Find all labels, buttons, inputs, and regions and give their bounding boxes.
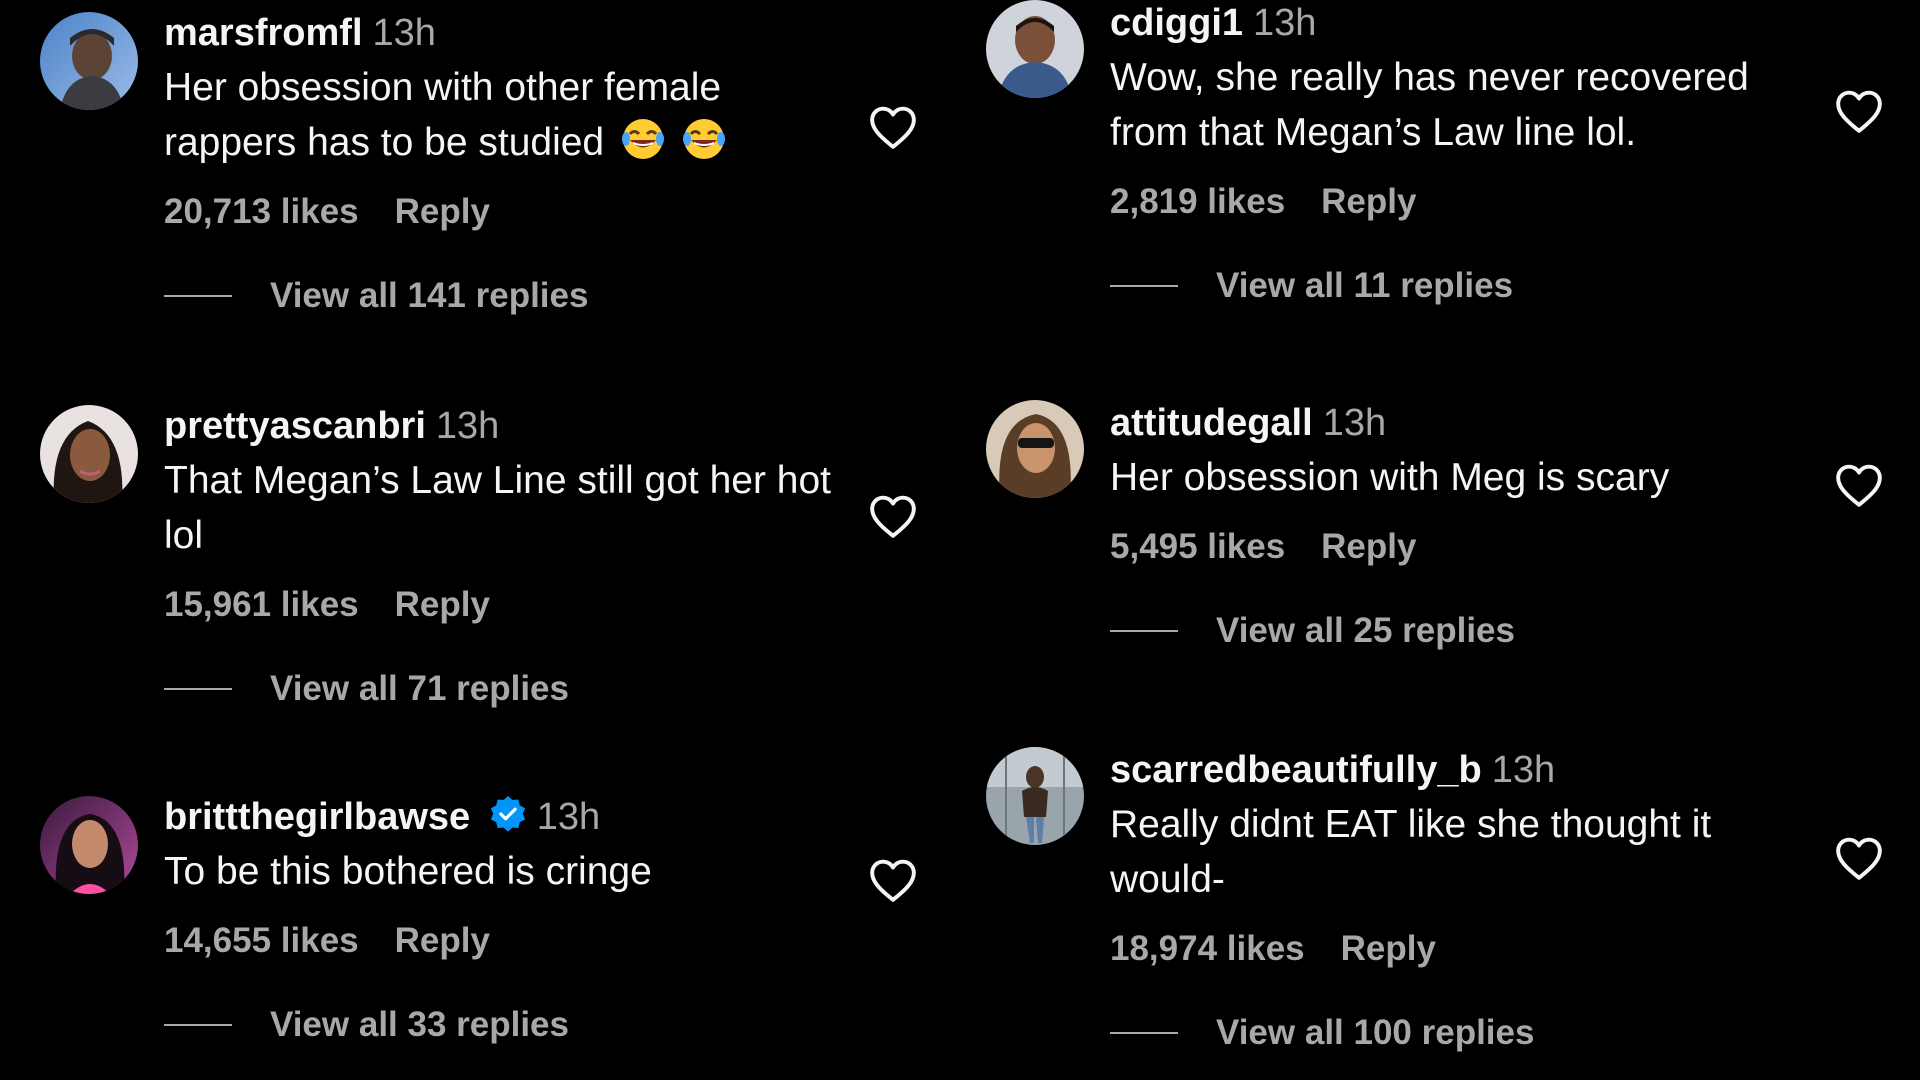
comment-body: cdiggi1 13h Wow, she really has never rec…	[1110, 0, 1800, 306]
view-replies-label: View all 100 replies	[1216, 1013, 1535, 1052]
likes-count[interactable]: 2,819 likes	[1110, 182, 1285, 221]
comment-meta: 18,974 likes Reply	[1110, 929, 1800, 969]
view-replies-label: View all 33 replies	[270, 1005, 569, 1044]
likes-count[interactable]: 15,961 likes	[164, 585, 359, 624]
reply-button[interactable]: Reply	[1321, 527, 1416, 566]
heart-icon[interactable]	[868, 857, 918, 903]
avatar[interactable]	[986, 0, 1084, 98]
comment-text: Her obsession with Meg is scary	[1110, 456, 1670, 499]
divider-line	[1110, 1032, 1178, 1034]
timestamp[interactable]: 13h	[1253, 2, 1316, 44]
view-replies-button[interactable]: View all 100 replies	[1110, 1013, 1800, 1053]
heart-icon[interactable]	[868, 104, 918, 150]
face-with-tears-of-joy-emoji-icon	[621, 119, 664, 159]
timestamp[interactable]: 13h	[1323, 402, 1386, 444]
likes-count[interactable]: 18,974 likes	[1110, 929, 1305, 968]
username[interactable]: prettyascanbri	[164, 405, 426, 447]
username[interactable]: cdiggi1	[1110, 2, 1243, 44]
username[interactable]: brittthegirlbawse	[164, 796, 470, 838]
reply-button[interactable]: Reply	[1321, 182, 1416, 221]
view-replies-button[interactable]: View all 25 replies	[1110, 611, 1800, 651]
comment-body: prettyascanbri 13h That Megan’s Law Line …	[164, 403, 854, 709]
heart-icon[interactable]	[1834, 462, 1884, 508]
comment-text: To be this bothered is cringe	[164, 850, 652, 893]
avatar[interactable]	[40, 12, 138, 110]
comment-meta: 5,495 likes Reply	[1110, 527, 1800, 567]
view-replies-label: View all 11 replies	[1216, 266, 1514, 305]
reply-button[interactable]: Reply	[395, 921, 490, 960]
divider-line	[164, 688, 232, 690]
likes-count[interactable]: 5,495 likes	[1110, 527, 1285, 566]
comment-meta: 15,961 likes Reply	[164, 585, 854, 625]
divider-line	[1110, 285, 1178, 287]
comment-body: attitudegall 13h Her obsession with Meg i…	[1110, 400, 1800, 651]
username[interactable]: marsfromfl	[164, 12, 363, 54]
timestamp[interactable]: 13h	[436, 405, 499, 447]
avatar[interactable]	[986, 747, 1084, 845]
divider-line	[1110, 630, 1178, 632]
verified-badge-icon	[490, 795, 525, 832]
view-replies-button[interactable]: View all 71 replies	[164, 669, 854, 709]
comment-text-container: Her obsession with other female rappers …	[164, 60, 854, 170]
view-replies-button[interactable]: View all 141 replies	[164, 276, 854, 316]
comment-body: scarredbeautifully_b 13h Really didnt EAT…	[1110, 747, 1800, 1053]
avatar[interactable]	[40, 796, 138, 894]
face-with-tears-of-joy-emoji-icon	[682, 119, 725, 159]
comment-meta: 20,713 likes Reply	[164, 192, 854, 232]
likes-count[interactable]: 20,713 likes	[164, 192, 359, 231]
comment-body: brittthegirlbawse 13h To be this bothere…	[164, 794, 854, 1045]
view-replies-button[interactable]: View all 11 replies	[1110, 266, 1800, 306]
username[interactable]: attitudegall	[1110, 402, 1313, 444]
comment-text: Really didnt EAT like she thought it wou…	[1110, 803, 1712, 901]
username[interactable]: scarredbeautifully_b	[1110, 749, 1482, 791]
view-replies-label: View all 141 replies	[270, 276, 589, 315]
reply-button[interactable]: Reply	[395, 585, 490, 624]
comment-meta: 14,655 likes Reply	[164, 921, 854, 961]
view-replies-label: View all 25 replies	[1216, 611, 1515, 650]
heart-icon[interactable]	[868, 493, 918, 539]
divider-line	[164, 1024, 232, 1026]
heart-icon[interactable]	[1834, 835, 1884, 881]
comment-text: Wow, she really has never recovered from…	[1110, 56, 1749, 154]
timestamp[interactable]: 13h	[373, 12, 436, 54]
comment-meta: 2,819 likes Reply	[1110, 182, 1800, 222]
divider-line	[164, 295, 232, 297]
avatar[interactable]	[986, 400, 1084, 498]
reply-button[interactable]: Reply	[395, 192, 490, 231]
view-replies-button[interactable]: View all 33 replies	[164, 1005, 854, 1045]
avatar[interactable]	[40, 405, 138, 503]
reply-button[interactable]: Reply	[1341, 929, 1436, 968]
heart-icon[interactable]	[1834, 88, 1884, 134]
comment-body: marsfromfl 13h Her obsession with other f…	[164, 10, 854, 316]
likes-count[interactable]: 14,655 likes	[164, 921, 359, 960]
comment-text: That Megan’s Law Line still got her hot …	[164, 459, 831, 557]
timestamp[interactable]: 13h	[537, 796, 600, 838]
timestamp[interactable]: 13h	[1492, 749, 1555, 791]
view-replies-label: View all 71 replies	[270, 669, 569, 708]
